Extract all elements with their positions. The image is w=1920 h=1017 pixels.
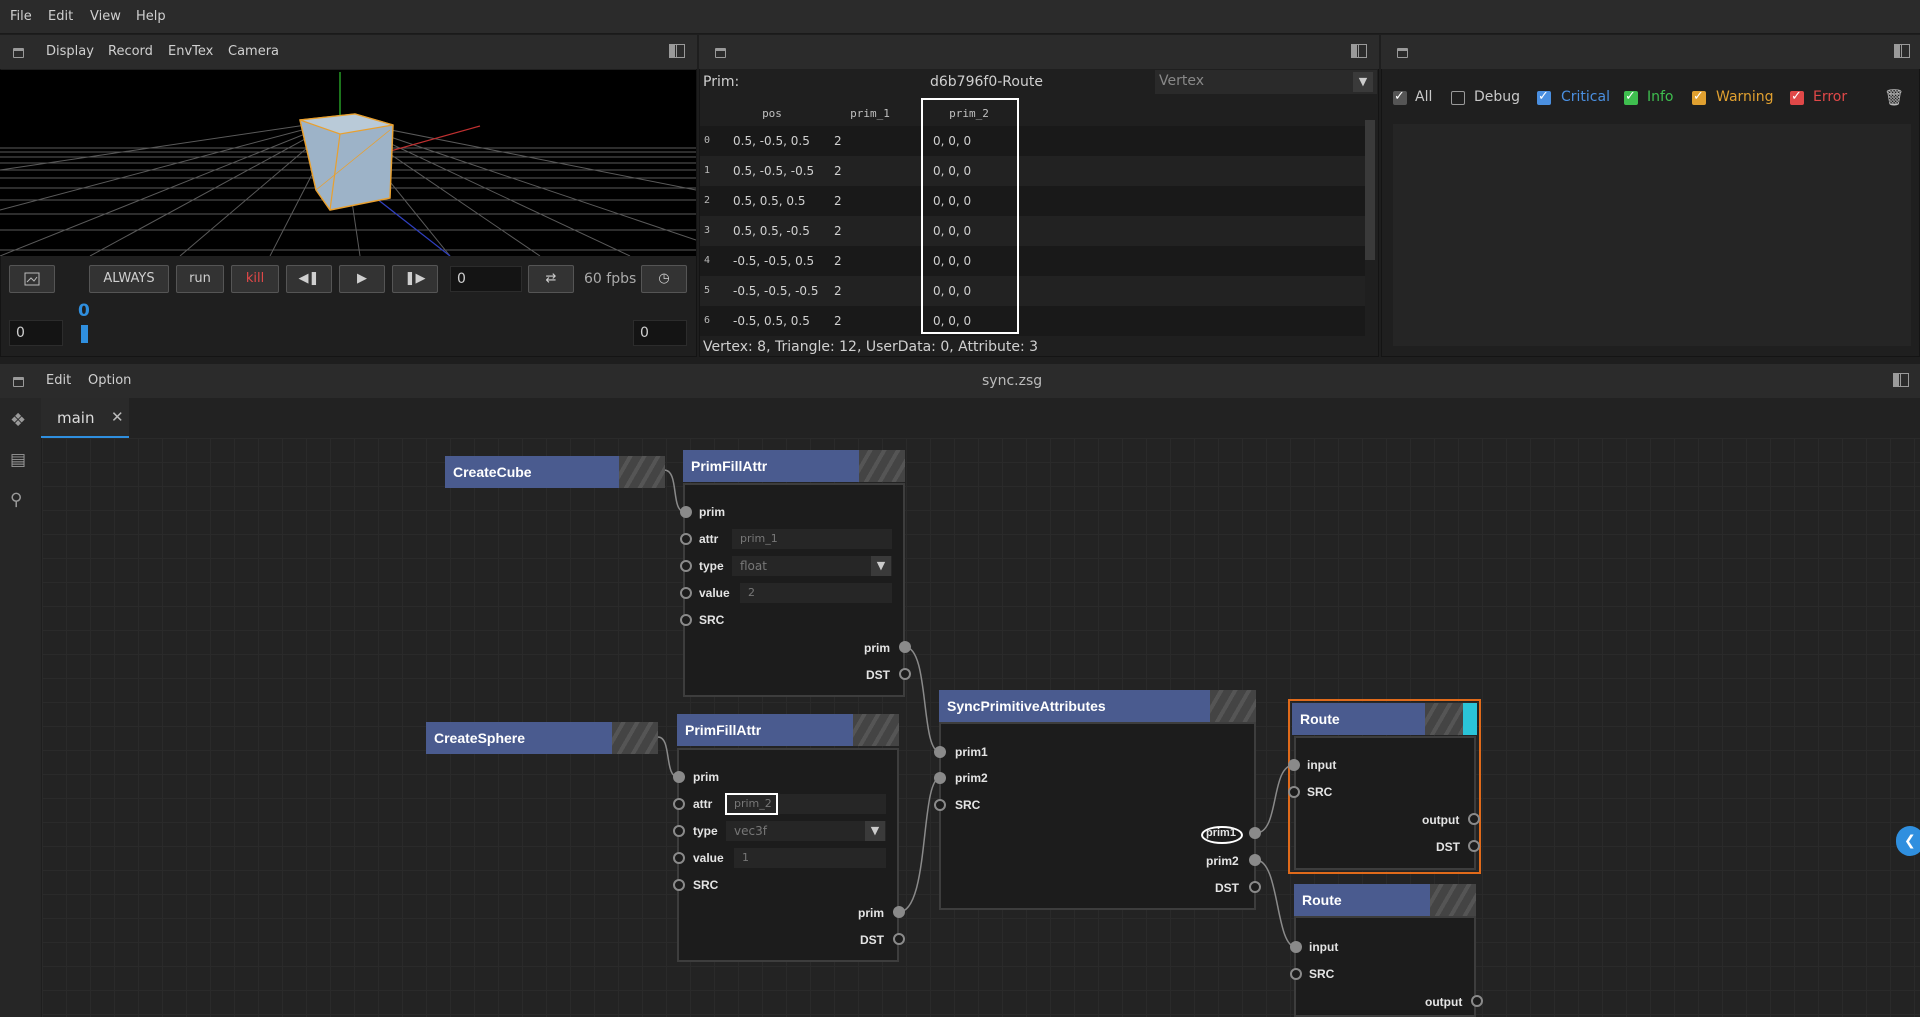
value-field[interactable]: 2 xyxy=(740,583,892,603)
port-label: prim xyxy=(693,770,720,784)
node-options-handle[interactable] xyxy=(1430,884,1476,916)
node-title: PrimFillAttr xyxy=(685,722,762,738)
node-title: PrimFillAttr xyxy=(691,458,768,474)
port-label: type xyxy=(693,824,718,838)
port-label: prim2 xyxy=(1206,854,1239,868)
node-title: Route xyxy=(1302,892,1342,908)
node-options-handle[interactable] xyxy=(619,456,665,488)
input-socket-attr[interactable] xyxy=(680,533,692,545)
input-socket-prim[interactable] xyxy=(673,771,685,783)
node-options-handle[interactable] xyxy=(612,722,658,754)
port-label: SRC xyxy=(1307,785,1333,799)
node-title: SyncPrimitiveAttributes xyxy=(947,698,1106,714)
port-label: prim2 xyxy=(955,771,988,785)
port-label: DST xyxy=(866,668,890,682)
port-label: input xyxy=(1309,940,1339,954)
value-field[interactable]: 1 xyxy=(734,848,886,868)
port-label: DST xyxy=(1436,840,1460,854)
output-socket-dst[interactable] xyxy=(1468,840,1480,852)
node-title: CreateCube xyxy=(453,464,532,480)
input-socket-prim[interactable] xyxy=(680,506,692,518)
port-label: value xyxy=(699,586,730,600)
input-socket-type[interactable] xyxy=(680,560,692,572)
port-label: type xyxy=(699,559,724,573)
node-createcube-header[interactable]: CreateCube xyxy=(445,456,665,488)
input-socket-value[interactable] xyxy=(680,587,692,599)
attr-field-highlight xyxy=(725,793,778,815)
input-socket-src[interactable] xyxy=(1288,786,1300,798)
port-label: prim1 xyxy=(955,745,988,759)
port-label: prim xyxy=(858,906,885,920)
input-socket-input[interactable] xyxy=(1290,941,1302,953)
expand-panel-button[interactable]: ❮ xyxy=(1896,826,1920,856)
output-socket-output[interactable] xyxy=(1471,995,1483,1007)
port-label: attr xyxy=(699,532,719,546)
output-socket-prim2[interactable] xyxy=(1249,854,1261,866)
node-route-2-header[interactable]: Route xyxy=(1294,884,1476,916)
output-socket-output[interactable] xyxy=(1468,813,1480,825)
port-label: SRC xyxy=(1309,967,1335,981)
input-socket-type[interactable] xyxy=(673,825,685,837)
type-select[interactable]: vec3f xyxy=(726,821,886,841)
input-socket-src[interactable] xyxy=(934,799,946,811)
input-socket-value[interactable] xyxy=(673,852,685,864)
chevron-down-icon: ▼ xyxy=(865,821,885,841)
output-socket-dst[interactable] xyxy=(899,668,911,680)
node-primfillattr-2-header[interactable]: PrimFillAttr xyxy=(677,714,899,746)
port-label: output xyxy=(1422,813,1460,827)
output-socket-dst[interactable] xyxy=(893,933,905,945)
port-label: DST xyxy=(1215,881,1239,895)
type-select[interactable]: float xyxy=(732,556,892,576)
view-flag[interactable] xyxy=(1463,703,1477,735)
node-title: CreateSphere xyxy=(434,730,526,746)
port-label: DST xyxy=(860,933,884,947)
node-primfillattr-1-header[interactable]: PrimFillAttr xyxy=(683,450,905,482)
node-options-handle[interactable] xyxy=(1210,690,1256,722)
port-label: output xyxy=(1425,995,1463,1009)
output-socket-prim[interactable] xyxy=(899,641,911,653)
node-options-handle[interactable] xyxy=(853,714,899,746)
input-socket-prim1[interactable] xyxy=(934,746,946,758)
port-label: prim xyxy=(864,641,891,655)
chevron-left-icon: ❮ xyxy=(1904,833,1916,849)
input-socket-input[interactable] xyxy=(1288,759,1300,771)
node-createsphere-header[interactable]: CreateSphere xyxy=(426,722,658,754)
input-socket-src[interactable] xyxy=(680,614,692,626)
output-socket-prim[interactable] xyxy=(893,906,905,918)
port-label: value xyxy=(693,851,724,865)
node-options-handle[interactable] xyxy=(859,450,905,482)
input-socket-attr[interactable] xyxy=(673,798,685,810)
port-label: SRC xyxy=(699,613,725,627)
node-route-1-header[interactable]: Route xyxy=(1292,703,1477,735)
port-label: SRC xyxy=(693,878,719,892)
input-socket-src[interactable] xyxy=(1290,968,1302,980)
attr-field[interactable]: prim_1 xyxy=(732,529,892,549)
port-label: attr xyxy=(693,797,713,811)
port-label: prim1 xyxy=(1206,827,1236,839)
input-socket-prim2[interactable] xyxy=(934,772,946,784)
node-sync-header[interactable]: SyncPrimitiveAttributes xyxy=(939,690,1256,722)
port-label: prim xyxy=(699,505,726,519)
port-label: SRC xyxy=(955,798,981,812)
output-socket-prim1[interactable] xyxy=(1249,827,1261,839)
output-socket-dst[interactable] xyxy=(1249,881,1261,893)
input-socket-src[interactable] xyxy=(673,879,685,891)
port-label: input xyxy=(1307,758,1337,772)
chevron-down-icon: ▼ xyxy=(871,556,891,576)
node-title: Route xyxy=(1300,711,1340,727)
